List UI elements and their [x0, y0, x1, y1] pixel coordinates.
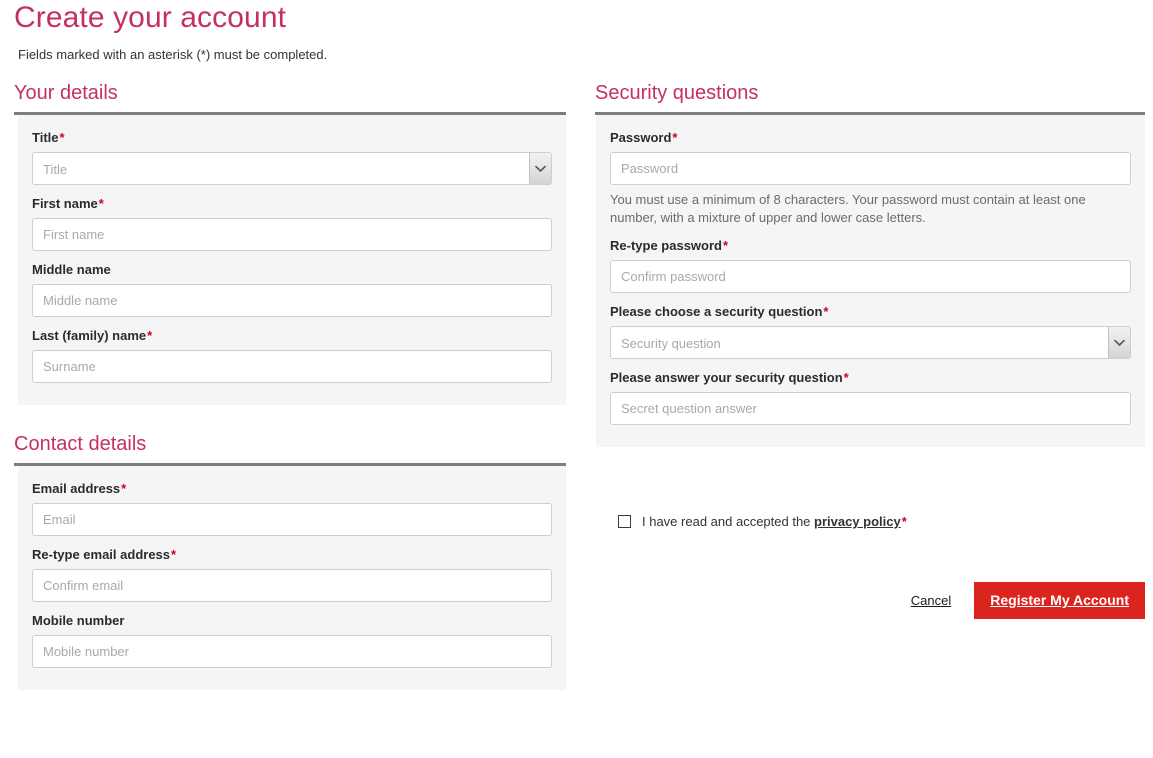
field-last-name: Last (family) name* — [32, 327, 552, 383]
field-middle-name: Middle name — [32, 261, 552, 317]
label-security-question-text: Please choose a security question — [610, 304, 823, 319]
required-asterisk: * — [823, 304, 829, 319]
field-email: Email address* — [32, 480, 552, 536]
label-last-name-text: Last (family) name — [32, 328, 147, 343]
label-password-text: Password — [610, 130, 672, 145]
section-heading-your-details: Your details — [14, 82, 118, 104]
field-security-answer: Please answer your security question* — [610, 369, 1131, 425]
label-security-question: Please choose a security question* — [610, 303, 1131, 321]
field-confirm-password: Re-type password* — [610, 237, 1131, 293]
label-email: Email address* — [32, 480, 552, 498]
chevron-down-icon — [529, 153, 551, 184]
required-asterisk: * — [843, 370, 849, 385]
panel-security-questions: Password* You must use a minimum of 8 ch… — [596, 115, 1145, 447]
password-help-text: You must use a minimum of 8 characters. … — [610, 192, 1086, 225]
required-asterisk: * — [171, 547, 177, 562]
privacy-consent-text: I have read and accepted the — [642, 514, 811, 529]
label-mobile-number: Mobile number — [32, 613, 125, 628]
confirm-email-input[interactable] — [32, 569, 552, 602]
label-confirm-email-text: Re-type email address — [32, 547, 171, 562]
field-mobile-number: Mobile number — [32, 612, 552, 668]
right-column: Security questions Password* You must us… — [595, 80, 1145, 447]
cancel-link[interactable]: Cancel — [911, 593, 951, 608]
password-input[interactable] — [610, 152, 1131, 185]
page-title: Create your account — [14, 1, 287, 34]
label-last-name: Last (family) name* — [32, 327, 552, 345]
create-account-page: Create your account Fields marked with a… — [0, 0, 1153, 758]
form-actions: Cancel Register My Account — [596, 582, 1145, 619]
label-security-answer-text: Please answer your security question — [610, 370, 843, 385]
privacy-consent-row: I have read and accepted the privacy pol… — [618, 512, 907, 531]
select-security-question-value: Security question — [610, 326, 1131, 359]
label-first-name-text: First name — [32, 196, 98, 211]
label-password: Password* — [610, 129, 1131, 147]
panel-your-details: Title* Title First name* Middle name — [18, 115, 566, 405]
privacy-policy-checkbox[interactable] — [618, 515, 631, 528]
register-my-account-button[interactable]: Register My Account — [974, 582, 1145, 619]
privacy-consent-label: I have read and accepted the privacy pol… — [642, 512, 907, 531]
mobile-number-input[interactable] — [32, 635, 552, 668]
chevron-down-icon — [1108, 327, 1130, 358]
label-confirm-password-text: Re-type password — [610, 238, 722, 253]
label-middle-name: Middle name — [32, 262, 111, 277]
field-password: Password* You must use a minimum of 8 ch… — [610, 129, 1131, 227]
select-security-question[interactable]: Security question — [610, 326, 1131, 359]
field-first-name: First name* — [32, 195, 552, 251]
section-heading-security-questions: Security questions — [595, 82, 759, 104]
required-asterisk: * — [98, 196, 104, 211]
label-confirm-password: Re-type password* — [610, 237, 1131, 255]
label-title: Title* — [32, 129, 552, 147]
middle-name-input[interactable] — [32, 284, 552, 317]
required-asterisk: * — [672, 130, 678, 145]
security-answer-input[interactable] — [610, 392, 1131, 425]
first-name-input[interactable] — [32, 218, 552, 251]
section-heading-contact-details: Contact details — [14, 433, 147, 455]
select-title[interactable]: Title — [32, 152, 552, 185]
field-title: Title* Title — [32, 129, 552, 185]
required-fields-note: Fields marked with an asterisk (*) must … — [18, 47, 328, 62]
select-title-value: Title — [32, 152, 552, 185]
label-title-text: Title — [32, 130, 59, 145]
label-first-name: First name* — [32, 195, 552, 213]
required-asterisk: * — [59, 130, 65, 145]
required-asterisk: * — [147, 328, 153, 343]
label-email-text: Email address — [32, 481, 121, 496]
label-security-answer: Please answer your security question* — [610, 369, 1131, 387]
panel-contact-details: Email address* Re-type email address* Mo… — [18, 466, 566, 690]
email-input[interactable] — [32, 503, 552, 536]
required-asterisk: * — [121, 481, 127, 496]
field-security-question: Please choose a security question* Secur… — [610, 303, 1131, 359]
required-asterisk: * — [901, 514, 907, 529]
label-confirm-email: Re-type email address* — [32, 546, 552, 564]
required-asterisk: * — [722, 238, 729, 253]
field-confirm-email: Re-type email address* — [32, 546, 552, 602]
last-name-input[interactable] — [32, 350, 552, 383]
confirm-password-input[interactable] — [610, 260, 1131, 293]
privacy-policy-link[interactable]: privacy policy — [814, 514, 901, 529]
left-column: Your details Title* Title First name* Fi… — [14, 80, 566, 690]
